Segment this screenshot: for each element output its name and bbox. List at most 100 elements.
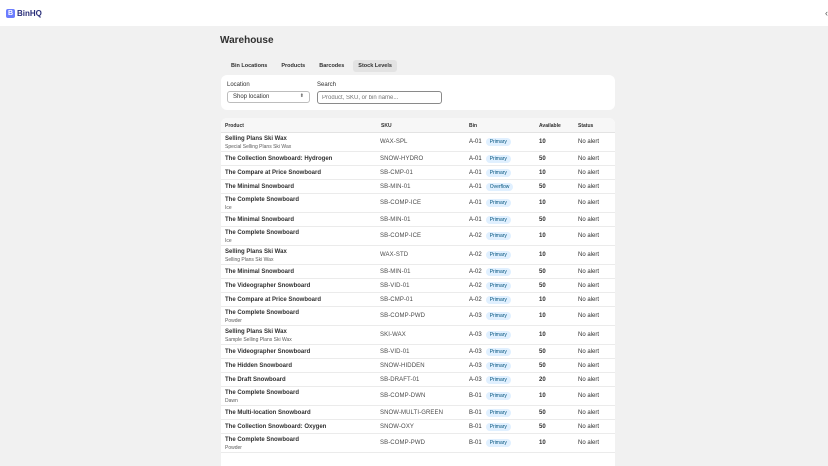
table-row[interactable]: The Minimal Snowboard SB-MIN-01 A-01 Overfl… xyxy=(221,180,615,194)
available-qty: 10 xyxy=(539,233,546,239)
sku-cell: SB-COMP-PWD xyxy=(380,440,426,446)
bin-name[interactable]: A-03 xyxy=(469,332,482,338)
bin-name[interactable]: A-01 xyxy=(469,156,482,162)
header-sku[interactable]: SKU xyxy=(381,123,392,129)
stock-table: Product SKU Bin Available Status Selling… xyxy=(221,118,615,466)
search-input[interactable] xyxy=(317,91,442,104)
bin-name[interactable]: B-01 xyxy=(469,410,482,416)
app-logo[interactable]: B BinHQ xyxy=(6,9,42,18)
bin-name[interactable]: A-01 xyxy=(469,200,482,206)
table-row[interactable]: Selling Plans Ski Wax Selling Plans Ski W… xyxy=(221,246,615,265)
table-row[interactable]: The Complete Snowboard Dawn SB-COMP-DWN B-0… xyxy=(221,387,615,406)
status-cell: No alert xyxy=(578,283,600,289)
bin-type-badge: Primary xyxy=(485,409,511,417)
status-cell: No alert xyxy=(578,156,600,162)
tab-bin-locations[interactable]: Bin Locations xyxy=(226,60,272,72)
table-row[interactable]: The Compare at Price Snowboard SB-CMP-01 A… xyxy=(221,166,615,180)
bin-cell: B-01 Primary xyxy=(469,439,511,447)
table-row[interactable]: The Complete Snowboard Ice SB-COMP-ICE A-02… xyxy=(221,227,615,246)
available-qty: 50 xyxy=(539,349,546,355)
table-row[interactable]: The Complete Snowboard Powder SB-COMP-PWD B… xyxy=(221,434,615,453)
bin-name[interactable]: A-01 xyxy=(469,170,482,176)
table-row[interactable]: Selling Plans Ski Wax Special Selling Pla… xyxy=(221,133,615,152)
bin-name[interactable]: A-02 xyxy=(469,269,482,275)
sku-cell: SKI-WAX xyxy=(380,332,406,338)
tab-products[interactable]: Products xyxy=(276,60,310,72)
sku-cell: WAX-SPL xyxy=(380,139,408,145)
bin-name[interactable]: B-01 xyxy=(469,440,482,446)
bin-name[interactable]: A-03 xyxy=(469,363,482,369)
header-product[interactable]: Product xyxy=(225,123,244,129)
table-row[interactable]: The Collection Snowboard: Hydrogen SNOW-H… xyxy=(221,152,615,166)
product-name: The Videographer Snowboard xyxy=(225,349,311,355)
table-row[interactable]: The Hidden Snowboard SNOW-HIDDEN A-03 Prima… xyxy=(221,359,615,373)
table-row[interactable]: The Complete Snowboard Powder SB-COMP-PWD A… xyxy=(221,307,615,326)
status-cell: No alert xyxy=(578,217,600,223)
bin-cell: B-01 Primary xyxy=(469,409,511,417)
header-status[interactable]: Status xyxy=(578,123,593,129)
bin-name[interactable]: A-02 xyxy=(469,297,482,303)
sku-cell: SNOW-OXY xyxy=(380,424,415,430)
product-variant: Selling Plans Ski Wax xyxy=(225,257,274,263)
available-qty: 50 xyxy=(539,269,546,275)
sku-cell: SB-CMP-01 xyxy=(380,170,413,176)
table-row[interactable]: The Minimal Snowboard SB-MIN-01 A-02 Primar… xyxy=(221,265,615,279)
table-row[interactable]: The Multi-location Snowboard SNOW-MULTI-G… xyxy=(221,406,615,420)
table-row[interactable]: The Draft Snowboard SB-DRAFT-01 A-03 Primar… xyxy=(221,373,615,387)
available-qty: 10 xyxy=(539,440,546,446)
sku-cell: SB-VID-01 xyxy=(380,283,410,289)
app-logo-text: BinHQ xyxy=(17,9,42,18)
bin-name[interactable]: A-03 xyxy=(469,349,482,355)
product-name: The Collection Snowboard: Hydrogen xyxy=(225,156,333,162)
bin-cell: A-01 Primary xyxy=(469,216,511,224)
product-name: The Complete Snowboard xyxy=(225,310,300,316)
bin-name[interactable]: A-03 xyxy=(469,377,482,383)
sku-cell: SB-DRAFT-01 xyxy=(380,377,420,383)
location-select[interactable]: Shop location ⬍ xyxy=(227,91,310,103)
product-name: The Hidden Snowboard xyxy=(225,363,292,369)
available-qty: 10 xyxy=(539,313,546,319)
tab-stock-levels[interactable]: Stock Levels xyxy=(353,60,397,72)
product-name: Selling Plans Ski Wax xyxy=(225,136,287,142)
available-qty: 50 xyxy=(539,217,546,223)
tab-barcodes[interactable]: Barcodes xyxy=(314,60,349,72)
page-title: Warehouse xyxy=(220,35,274,46)
bin-name[interactable]: A-01 xyxy=(469,184,482,190)
search-label: Search xyxy=(317,82,337,88)
status-cell: No alert xyxy=(578,200,600,206)
sku-cell: SB-COMP-PWD xyxy=(380,313,426,319)
bin-cell: A-03 Primary xyxy=(469,362,511,370)
bin-cell: A-02 Primary xyxy=(469,251,511,259)
product-name: Selling Plans Ski Wax xyxy=(225,249,287,255)
table-row[interactable]: The Minimal Snowboard SB-MIN-01 A-01 Primar… xyxy=(221,213,615,227)
status-cell: No alert xyxy=(578,184,600,190)
table-row[interactable]: The Complete Snowboard Ice SB-COMP-ICE A-01… xyxy=(221,194,615,213)
product-name: The Minimal Snowboard xyxy=(225,217,295,223)
product-variant: Dawn xyxy=(225,398,238,404)
product-name: The Minimal Snowboard xyxy=(225,184,295,190)
bin-name[interactable]: A-03 xyxy=(469,313,482,319)
bin-name[interactable]: B-01 xyxy=(469,393,482,399)
sku-cell: SB-COMP-ICE xyxy=(380,233,422,239)
sku-cell: SB-MIN-01 xyxy=(380,217,411,223)
bin-name[interactable]: A-02 xyxy=(469,233,482,239)
table-row[interactable]: The Compare at Price Snowboard SB-CMP-01 A… xyxy=(221,293,615,307)
table-row[interactable]: Selling Plans Ski Wax Sample Selling Plan… xyxy=(221,326,615,345)
bin-name[interactable]: A-01 xyxy=(469,139,482,145)
status-cell: No alert xyxy=(578,313,600,319)
bin-cell: A-01 Overflow xyxy=(469,183,514,191)
table-row[interactable]: The Collection Snowboard: Oxygen SNOW-OXY… xyxy=(221,420,615,434)
bin-name[interactable]: B-01 xyxy=(469,424,482,430)
bin-name[interactable]: A-02 xyxy=(469,283,482,289)
status-cell: No alert xyxy=(578,332,600,338)
bin-name[interactable]: A-02 xyxy=(469,252,482,258)
product-name: The Videographer Snowboard xyxy=(225,283,311,289)
table-row[interactable]: The Videographer Snowboard SB-VID-01 A-03 P… xyxy=(221,345,615,359)
header-available[interactable]: Available xyxy=(539,123,561,129)
location-label: Location xyxy=(227,82,250,88)
table-row[interactable]: The Videographer Snowboard SB-VID-01 A-02 P… xyxy=(221,279,615,293)
bin-name[interactable]: A-01 xyxy=(469,217,482,223)
bin-type-badge: Primary xyxy=(485,312,511,320)
bin-type-badge: Primary xyxy=(485,251,511,259)
header-bin[interactable]: Bin xyxy=(469,123,477,129)
